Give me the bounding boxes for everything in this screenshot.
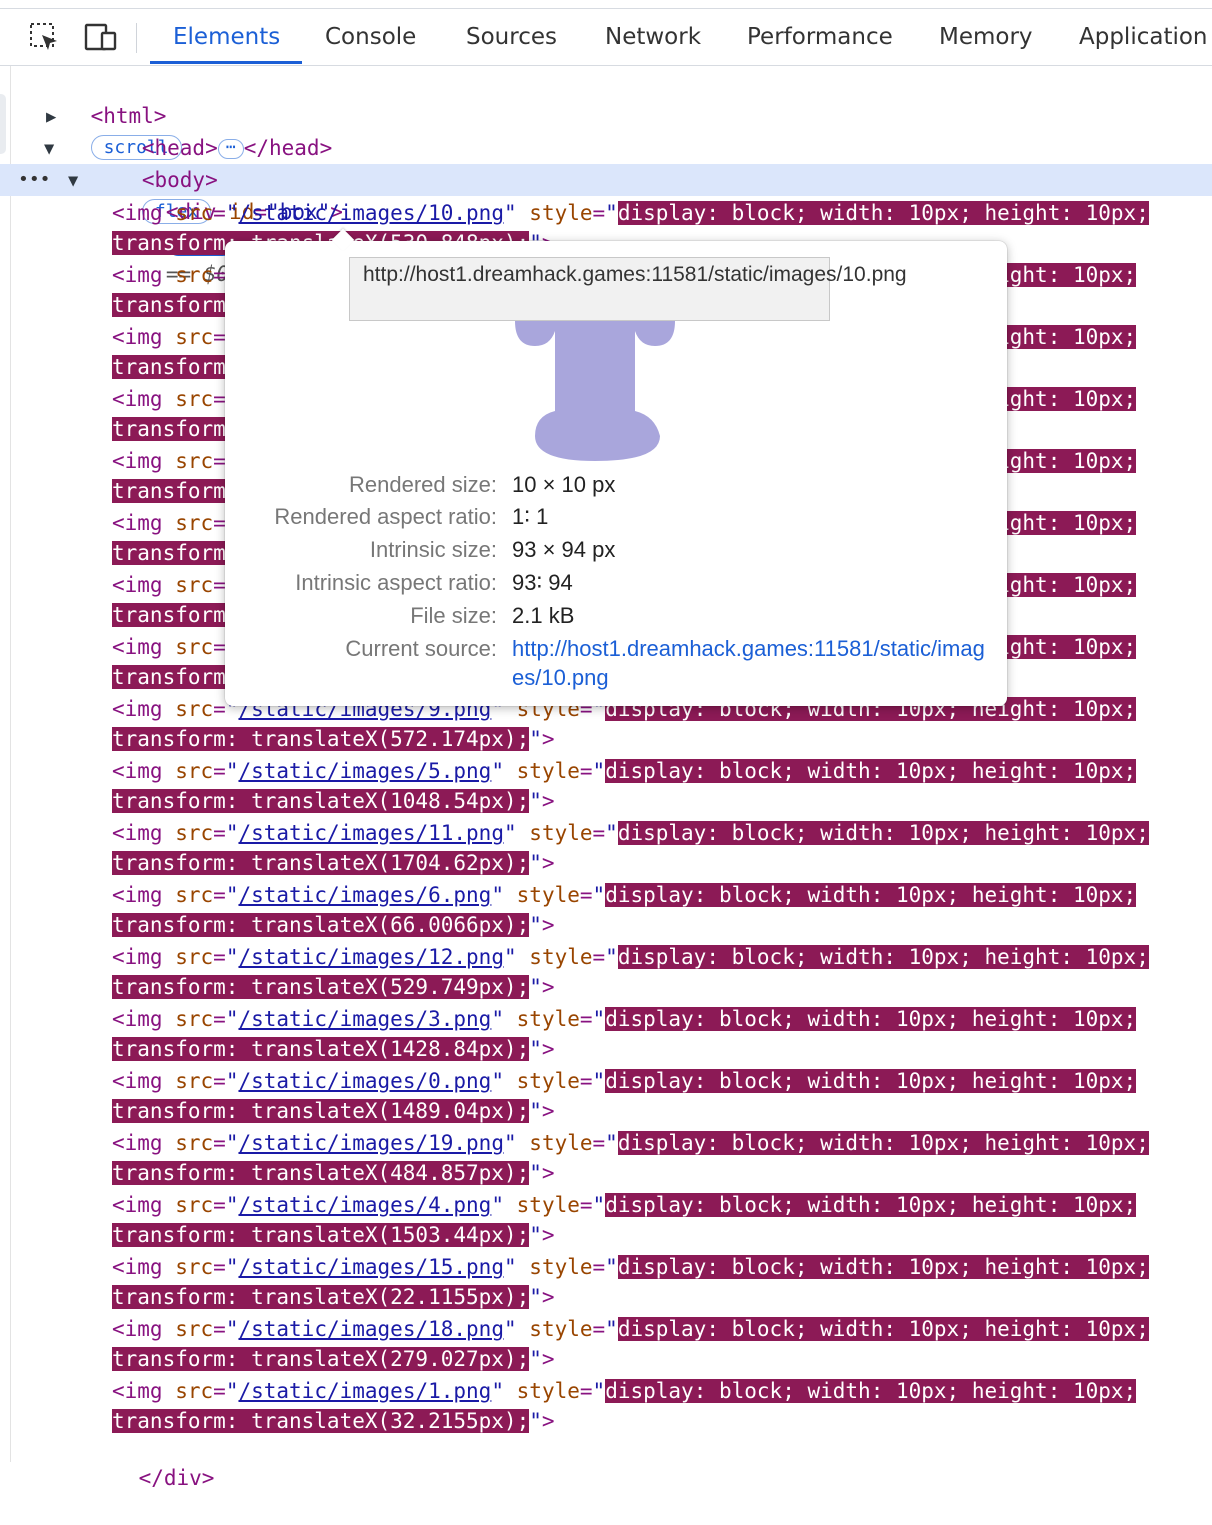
gutter-divider (10, 66, 11, 1462)
img-style-value: display: block; width: 10px; height: 10p… (617, 1255, 1149, 1279)
img-src-link[interactable]: /static/images/19.png (238, 1131, 504, 1155)
intrinsic-aspect-value: 93∶ 94 (512, 570, 573, 595)
body-node[interactable]: ▼ <body> flex (44, 134, 218, 224)
toolbar-separator (136, 23, 137, 53)
image-preview (515, 311, 675, 461)
head-node[interactable]: ▶ <head> ⋯ </head> (46, 102, 332, 160)
inspect-element-icon[interactable] (28, 21, 62, 55)
img-style-value: display: block; width: 10px; height: 10p… (605, 1007, 1137, 1031)
img-style-value: display: block; width: 10px; height: 10p… (617, 821, 1149, 845)
current-source-label: Current source: (345, 636, 497, 661)
devtools-toolbar: Elements Console Sources Network Perform… (0, 8, 1212, 66)
img-src-link[interactable]: /static/images/11.png (238, 821, 504, 845)
img-transform-value: transform: translateX(1704.62px); (112, 851, 530, 875)
ellipsis-icon[interactable]: ⋯ (217, 139, 244, 159)
div-box-node[interactable]: ••• ▼ <div id="box"> flex == $0 (18, 164, 343, 286)
img-node[interactable]: <img src="/static/images/0.png" style="d… (112, 1066, 1212, 1128)
img-src-link[interactable]: /static/images/4.png (238, 1193, 491, 1217)
img-transform-value: transform: translateX(32.2155px); (112, 1409, 530, 1433)
img-transform-value: transform: translateX(1503.44px); (112, 1223, 530, 1247)
img-src-link[interactable]: /static/images/0.png (238, 1069, 491, 1093)
img-src-link[interactable]: /static/images/10.png (238, 201, 504, 225)
intrinsic-size-label: Intrinsic size: (369, 537, 497, 562)
collapse-triangle-icon[interactable]: ▼ (68, 166, 78, 197)
tab-application[interactable]: Application (1079, 9, 1208, 65)
collapse-triangle-icon[interactable]: ▼ (44, 134, 54, 165)
img-transform-value: transform: translateX(572.174px); (112, 727, 530, 751)
img-transform-value: transform: translateX(66.0066px); (112, 913, 530, 937)
tab-console[interactable]: Console (325, 9, 416, 65)
img-transform-value: transform: translateX(279.027px); (112, 1347, 530, 1371)
expand-triangle-icon[interactable]: ▶ (46, 102, 56, 133)
file-size-value: 2.1 kB (512, 603, 575, 628)
img-style-value: display: block; width: 10px; height: 10p… (605, 1193, 1137, 1217)
img-src-link[interactable]: /static/images/6.png (238, 883, 491, 907)
url-tooltip: http://host1.dreamhack.games:11581/stati… (349, 257, 907, 321)
active-tab-indicator (150, 61, 302, 64)
img-transform-value: transform: translateX(22.1155px); (112, 1285, 530, 1309)
img-node[interactable]: <img src="/static/images/18.png" style="… (112, 1314, 1212, 1376)
more-options-icon[interactable]: ••• (18, 164, 51, 195)
head-close-tag: </head> (243, 136, 333, 160)
img-transform-value: transform: translateX(529.749px); (112, 975, 530, 999)
img-node[interactable]: <img src="/static/images/15.png" style="… (112, 1252, 1212, 1314)
rendered-aspect-value: 1∶ 1 (512, 504, 549, 529)
img-style-value: display: block; width: 10px; height: 10p… (605, 1069, 1137, 1093)
rendered-size-value: 10 × 10 px (512, 472, 616, 497)
rendered-size-label: Rendered size: (349, 472, 497, 497)
rendered-aspect-label: Rendered aspect ratio: (274, 504, 497, 529)
file-size-label: File size: (410, 603, 497, 628)
tab-sources[interactable]: Sources (466, 9, 557, 65)
img-node[interactable]: <img src="/static/images/11.png" style="… (112, 818, 1212, 880)
img-src-link[interactable]: /static/images/1.png (238, 1379, 491, 1403)
tab-elements[interactable]: Elements (173, 9, 280, 65)
img-src-link[interactable]: /static/images/18.png (238, 1317, 504, 1341)
tab-performance[interactable]: Performance (747, 9, 893, 65)
intrinsic-aspect-label: Intrinsic aspect ratio: (295, 570, 497, 595)
img-node[interactable]: <img src="/static/images/19.png" style="… (112, 1128, 1212, 1190)
gutter-handle (0, 94, 6, 154)
img-transform-value: transform: translateX(1048.54px); (112, 789, 530, 813)
img-node[interactable]: <img src="/static/images/12.png" style="… (112, 942, 1212, 1004)
img-node[interactable]: <img src="/static/images/5.png" style="d… (112, 756, 1212, 818)
img-src-link[interactable]: /static/images/3.png (238, 1007, 491, 1031)
img-transform-value: transform: translateX(1489.04px); (112, 1099, 530, 1123)
img-node[interactable]: <img src="/static/images/6.png" style="d… (112, 880, 1212, 942)
img-style-value: display: block; width: 10px; height: 10p… (617, 1317, 1149, 1341)
img-style-value: display: block; width: 10px; height: 10p… (605, 1379, 1137, 1403)
img-src-link[interactable]: /static/images/15.png (238, 1255, 504, 1279)
img-src-link[interactable]: /static/images/5.png (238, 759, 491, 783)
img-node[interactable]: <img src="/static/images/4.png" style="d… (112, 1190, 1212, 1252)
div-close-node: </div> (88, 1432, 215, 1490)
html-node[interactable]: <html> scroll (40, 70, 182, 160)
img-style-value: display: block; width: 10px; height: 10p… (617, 945, 1149, 969)
img-node[interactable]: <img src="/static/images/1.png" style="d… (112, 1376, 1212, 1438)
img-style-value: display: block; width: 10px; height: 10p… (605, 759, 1137, 783)
img-transform-value: transform: translateX(484.857px); (112, 1161, 530, 1185)
tab-network[interactable]: Network (605, 9, 701, 65)
div-close-tag: </div> (138, 1466, 215, 1490)
device-toolbar-icon[interactable] (84, 21, 118, 55)
img-src-link[interactable]: /static/images/12.png (238, 945, 504, 969)
tab-memory[interactable]: Memory (939, 9, 1033, 65)
image-preview-popover: http://host1.dreamhack.games:11581/stati… (225, 228, 1007, 706)
intrinsic-size-value: 93 × 94 px (512, 537, 616, 562)
img-style-value: display: block; width: 10px; height: 10p… (617, 201, 1149, 225)
img-transform-value: transform: translateX(1428.84px); (112, 1037, 530, 1061)
img-style-value: display: block; width: 10px; height: 10p… (605, 883, 1137, 907)
current-source-link[interactable]: http://host1.dreamhack.games:11581/stati… (512, 634, 992, 692)
img-node[interactable]: <img src="/static/images/3.png" style="d… (112, 1004, 1212, 1066)
img-style-value: display: block; width: 10px; height: 10p… (617, 1131, 1149, 1155)
